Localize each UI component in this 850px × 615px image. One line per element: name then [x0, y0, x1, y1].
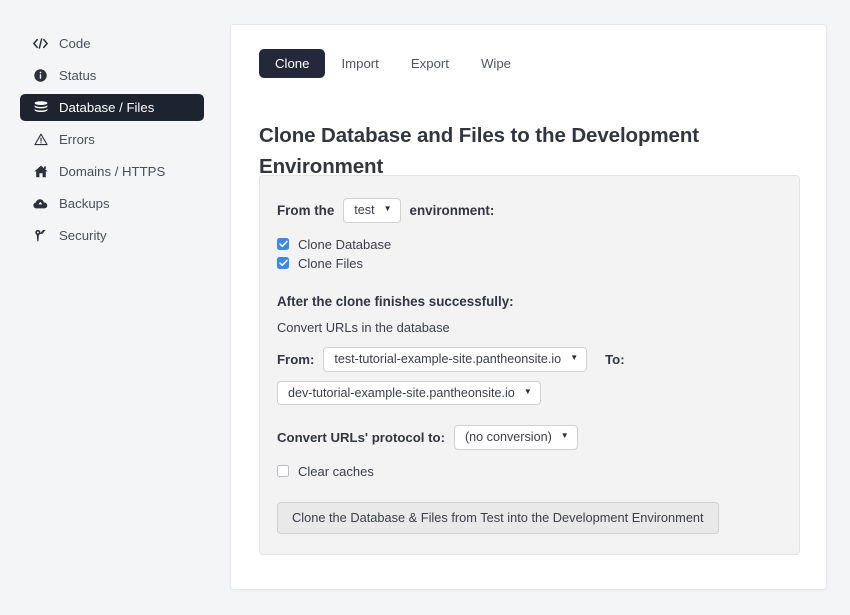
sidebar-item-errors[interactable]: Errors	[20, 126, 204, 153]
sidebar-item-domains-https[interactable]: Domains / HTTPS	[20, 158, 204, 185]
sidebar-item-label: Database / Files	[59, 99, 155, 115]
sidebar-item-backups[interactable]: Backups	[20, 190, 204, 217]
cloud-upload-icon	[32, 196, 49, 211]
warning-triangle-icon	[32, 132, 49, 147]
after-clone-title: After the clone finishes successfully:	[277, 293, 514, 309]
key-icon	[32, 228, 49, 243]
protocol-select-value: (no conversion)	[464, 430, 552, 445]
tab-label: Wipe	[480, 56, 512, 71]
source-environment-row: From the test ▼ environment:	[277, 198, 782, 223]
clone-files-row[interactable]: Clone Files	[277, 257, 782, 270]
to-url-select-value: dev-tutorial-example-site.pantheonsite.i…	[288, 385, 515, 400]
protocol-row: Convert URLs' protocol to: (no conversio…	[277, 425, 782, 450]
tab-label: Import	[341, 56, 379, 71]
chevron-down-icon: ▼	[570, 353, 579, 363]
tab-label: Export	[410, 56, 449, 71]
environment-select[interactable]: test ▼	[343, 198, 401, 223]
from-url-select[interactable]: test-tutorial-example-site.pantheonsite.…	[323, 346, 588, 372]
clone-files-checkbox[interactable]	[277, 257, 289, 270]
sidebar-item-security[interactable]: Security	[20, 222, 204, 249]
sidebar-item-status[interactable]: Status	[20, 62, 204, 89]
to-url-select[interactable]: dev-tutorial-example-site.pantheonsite.i…	[277, 380, 541, 406]
environment-select-value: test	[354, 203, 375, 217]
app-root: Code Status Database / Files Errors Doma	[0, 0, 850, 615]
from-url-select-value: test-tutorial-example-site.pantheonsite.…	[334, 351, 562, 366]
url-from-row: From: test-tutorial-example-site.pantheo…	[277, 346, 782, 372]
sidebar: Code Status Database / Files Errors Doma	[0, 0, 230, 615]
clone-files-label: Clone Files	[298, 255, 364, 271]
clone-database-row[interactable]: Clone Database	[277, 238, 782, 251]
home-icon	[32, 164, 49, 179]
clone-database-label: Clone Database	[298, 236, 392, 252]
database-icon	[32, 100, 49, 115]
to-label: To:	[605, 351, 625, 367]
sidebar-item-label: Errors	[59, 131, 95, 147]
code-brackets-icon	[32, 36, 49, 51]
clone-database-checkbox[interactable]	[277, 238, 289, 251]
clone-form-panel: From the test ▼ environment: Clone Datab…	[259, 175, 800, 556]
url-to-row: dev-tutorial-example-site.pantheonsite.i…	[277, 380, 782, 406]
convert-urls-description: Convert URLs in the database	[277, 320, 450, 335]
chevron-down-icon: ▼	[523, 386, 532, 396]
from-the-label: From the	[277, 202, 335, 218]
info-circle-icon	[32, 68, 49, 83]
tab-import[interactable]: Import	[325, 49, 394, 78]
main-card: Clone Import Export Wipe Clone Database …	[230, 24, 827, 590]
clear-caches-checkbox[interactable]	[277, 465, 289, 478]
tab-clone[interactable]: Clone	[259, 49, 326, 79]
clone-submit-button[interactable]: Clone the Database & Files from Test int…	[277, 501, 719, 535]
chevron-down-icon: ▼	[560, 431, 569, 441]
sidebar-item-label: Status	[59, 67, 97, 83]
sidebar-item-label: Domains / HTTPS	[59, 163, 166, 179]
tab-bar: Clone Import Export Wipe	[259, 49, 527, 79]
page-title: Clone Database and Files to the Developm…	[259, 123, 699, 179]
clear-caches-label: Clear caches	[298, 463, 374, 479]
sidebar-item-code[interactable]: Code	[20, 30, 204, 57]
from-label: From:	[277, 351, 315, 367]
tab-label: Clone	[275, 56, 310, 71]
sidebar-item-label: Backups	[59, 195, 110, 211]
sidebar-item-label: Code	[59, 35, 91, 51]
sidebar-item-database-files[interactable]: Database / Files	[20, 94, 204, 121]
tab-export[interactable]: Export	[395, 49, 465, 78]
environment-label: environment:	[409, 202, 495, 218]
protocol-label: Convert URLs' protocol to:	[277, 429, 445, 445]
clear-caches-row[interactable]: Clear caches	[277, 465, 782, 478]
protocol-select[interactable]: (no conversion) ▼	[453, 425, 578, 450]
sidebar-item-label: Security	[59, 227, 107, 243]
chevron-down-icon: ▼	[383, 204, 392, 214]
tab-wipe[interactable]: Wipe	[465, 49, 527, 78]
